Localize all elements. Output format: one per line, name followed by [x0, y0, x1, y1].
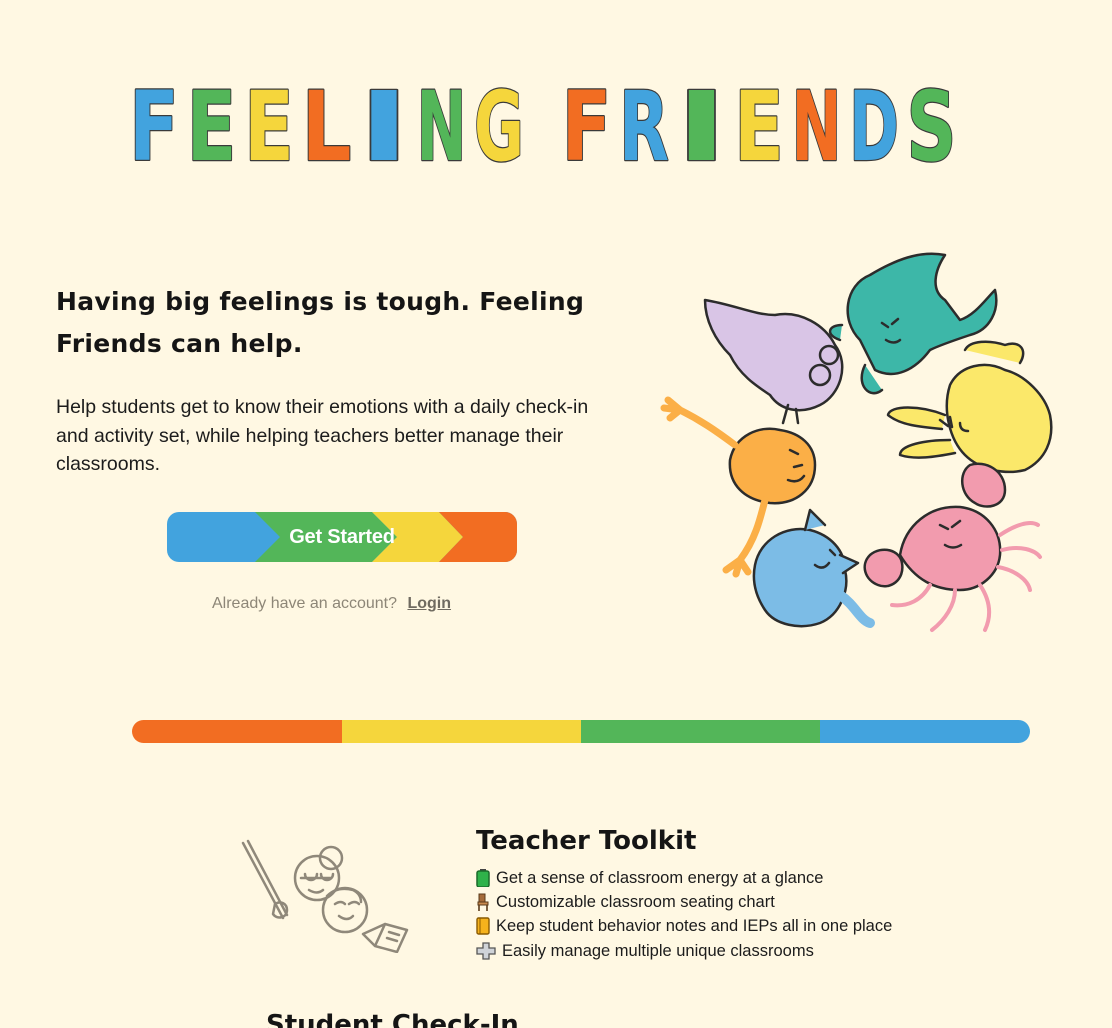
logo-letter: E: [187, 78, 237, 170]
notebook-icon: [476, 917, 492, 936]
list-item: Keep student behavior notes and IEPs all…: [476, 914, 892, 938]
hero-description: Help students get to know their emotions…: [56, 396, 589, 476]
hero-heading: Having big feelings is tough. Feeling Fr…: [56, 287, 585, 358]
pink-friend-character: [863, 462, 1042, 632]
divider-segment: [342, 720, 581, 743]
login-link[interactable]: Login: [407, 595, 451, 612]
battery-icon: [476, 869, 492, 888]
logo-letter: S: [907, 78, 957, 170]
feature-text: Easily manage multiple unique classrooms: [502, 941, 814, 960]
logo-letter: I: [677, 78, 727, 170]
login-prompt: Already have an account?: [212, 595, 398, 612]
rainbow-divider: [132, 720, 1030, 743]
teacher-student-illustration: [241, 839, 409, 953]
student-check-in-title: Student Check-In: [266, 1010, 519, 1028]
list-item: Get a sense of classroom energy at a gla…: [476, 866, 892, 890]
logo-letter: R: [619, 78, 669, 170]
purple-friend-character: [703, 298, 844, 425]
feeling-friends-logo: FEELINGFRIENDS: [128, 78, 958, 170]
feature-text: Keep student behavior notes and IEPs all…: [496, 917, 893, 936]
logo-letter: L: [302, 78, 352, 170]
logo-letter: E: [734, 78, 784, 170]
blue-friend-character: [752, 508, 875, 628]
list-item: Customizable classroom seating chart: [476, 890, 892, 914]
logo-letter: F: [129, 78, 179, 170]
teacher-toolkit-title: Teacher Toolkit: [476, 826, 697, 856]
feature-text: Customizable classroom seating chart: [496, 893, 775, 912]
get-started-button[interactable]: Get Started: [167, 512, 517, 562]
get-started-label: Get Started: [289, 526, 395, 548]
divider-segment: [132, 720, 342, 743]
logo-letter: I: [359, 78, 409, 170]
logo-letter: D: [849, 78, 899, 170]
plus-icon: [476, 942, 498, 960]
divider-segment: [820, 720, 1030, 743]
logo-letter: N: [417, 78, 467, 170]
logo-letter: N: [792, 78, 842, 170]
login-row: Already have an account? Login: [212, 595, 451, 613]
divider-segment: [581, 720, 820, 743]
toolkit-feature-list: Get a sense of classroom energy at a gla…: [476, 866, 892, 963]
logo-letter: F: [562, 78, 612, 170]
feature-text: Get a sense of classroom energy at a gla…: [496, 869, 824, 888]
friends-circle-illustration: [660, 252, 1053, 632]
chair-icon: [476, 893, 492, 912]
logo-letter: E: [244, 78, 294, 170]
list-item: Easily manage multiple unique classrooms: [476, 939, 892, 963]
logo-letter: G: [474, 78, 524, 170]
